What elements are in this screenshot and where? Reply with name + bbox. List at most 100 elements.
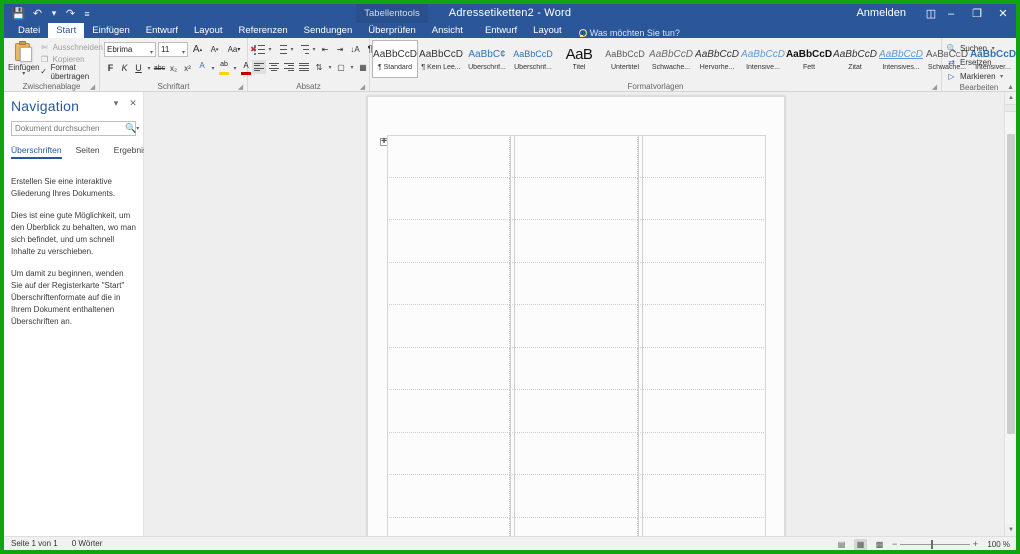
replace-button[interactable]: ⇄ Ersetzen [946, 56, 991, 68]
print-layout-icon[interactable]: ▦ [854, 538, 867, 550]
style-card-11[interactable]: AaBbCcD Intensives... [878, 40, 924, 78]
underline-caret-icon[interactable]: ▾ [146, 65, 152, 72]
tab-sendungen[interactable]: Sendungen [296, 23, 361, 38]
label-table[interactable] [387, 135, 766, 536]
paste-caret-icon[interactable]: ▾ [22, 71, 25, 77]
label-cell[interactable] [387, 135, 510, 178]
document-page[interactable]: ✚ [367, 96, 785, 536]
shading-caret-icon[interactable]: ▾ [349, 64, 355, 71]
zoom-in-button[interactable]: + [973, 540, 978, 549]
tab-ueberpruefen[interactable]: Überprüfen [360, 23, 424, 38]
text-effects-button[interactable]: A [195, 61, 209, 75]
label-cell[interactable] [387, 517, 510, 536]
format-painter-button[interactable]: ✓ Format übertragen [40, 63, 103, 81]
tab-datei[interactable]: Datei [10, 23, 48, 38]
chevron-down-icon[interactable]: ▾ [111, 98, 121, 109]
multilevel-caret-icon[interactable]: ▾ [311, 46, 317, 53]
bullets-caret-icon[interactable]: ▾ [267, 46, 273, 53]
label-cell[interactable] [515, 347, 638, 390]
style-card-0[interactable]: AaBbCcD ¶ Standard [372, 40, 418, 78]
paragraph-dialog-launcher[interactable]: ◢ [359, 82, 366, 91]
label-cell[interactable] [643, 390, 766, 433]
align-left-icon[interactable] [252, 60, 266, 74]
label-cell[interactable] [387, 305, 510, 348]
collapse-ribbon-icon[interactable]: ▲ [1007, 84, 1014, 91]
label-cell[interactable] [515, 390, 638, 433]
find-button[interactable]: 🔍 Suchen ▾ [946, 42, 996, 54]
label-cell[interactable] [643, 220, 766, 263]
table-row[interactable] [387, 517, 766, 536]
search-icon[interactable]: 🔍 [125, 123, 136, 134]
label-cell[interactable] [515, 135, 638, 178]
close-icon[interactable]: ✕ [128, 98, 138, 109]
label-cell[interactable] [643, 177, 766, 220]
borders-icon[interactable]: ▦ [356, 60, 370, 74]
label-cell[interactable] [387, 262, 510, 305]
tab-einfuegen[interactable]: Einfügen [84, 23, 138, 38]
bullets-icon[interactable] [252, 42, 266, 56]
minimize-button[interactable]: – [938, 4, 964, 23]
table-row[interactable] [387, 432, 766, 475]
decrease-indent-icon[interactable]: ⇤ [318, 42, 332, 56]
search-input[interactable] [12, 124, 125, 133]
highlight-caret-icon[interactable]: ▾ [232, 65, 238, 72]
word-count[interactable]: 0 Wörter [72, 539, 103, 548]
tab-layout[interactable]: Layout [186, 23, 231, 38]
label-cell[interactable] [643, 135, 766, 178]
style-card-9[interactable]: AaBbCcD Fett [786, 40, 832, 78]
label-cell[interactable] [643, 262, 766, 305]
select-caret-icon[interactable]: ▾ [999, 73, 1005, 80]
document-canvas[interactable]: ✚ ▲ ▼ [144, 92, 1016, 536]
numbering-caret-icon[interactable]: ▾ [289, 46, 295, 53]
tab-tabellentools-entwurf[interactable]: Entwurf [477, 23, 525, 38]
navigation-search-box[interactable]: 🔍 ▾ [11, 121, 139, 136]
find-caret-icon[interactable]: ▾ [990, 45, 996, 52]
numbering-icon[interactable] [274, 42, 288, 56]
tab-start[interactable]: Start [48, 23, 85, 38]
table-row[interactable] [387, 220, 766, 263]
shrink-font-button[interactable]: A ▾ [207, 42, 222, 57]
style-card-1[interactable]: AaBbCcD ¶ Kein Lee... [418, 40, 464, 78]
tab-referenzen[interactable]: Referenzen [231, 23, 296, 38]
page-indicator[interactable]: Seite 1 von 1 [11, 539, 58, 548]
split-window-handle[interactable] [1005, 104, 1016, 112]
change-case-button[interactable]: Aa ▾ [224, 42, 244, 57]
scrollbar-thumb[interactable] [1007, 134, 1015, 434]
nav-tab-seiten[interactable]: Seiten [76, 145, 100, 159]
table-row[interactable] [387, 347, 766, 390]
zoom-out-button[interactable]: − [892, 540, 897, 549]
label-cell[interactable] [643, 432, 766, 475]
grow-font-button[interactable]: A ▴ [190, 42, 205, 57]
select-button[interactable]: ▷ Markieren ▾ [946, 70, 1005, 82]
cut-button[interactable]: ✄ Ausschneiden [40, 42, 103, 53]
font-dialog-launcher[interactable]: ◢ [237, 82, 244, 91]
line-spacing-caret-icon[interactable]: ▾ [327, 64, 333, 71]
table-row[interactable] [387, 177, 766, 220]
style-card-3[interactable]: AaBbCcD Überschrif... [510, 40, 556, 78]
label-cell[interactable] [515, 305, 638, 348]
tab-tabellentools-layout[interactable]: Layout [525, 23, 570, 38]
label-cell[interactable] [387, 390, 510, 433]
highlight-button[interactable]: ab [217, 61, 231, 75]
label-cell[interactable] [387, 432, 510, 475]
line-spacing-icon[interactable]: ⇅ [312, 60, 326, 74]
paste-button[interactable]: Einfügen ▾ [8, 40, 40, 77]
label-cell[interactable] [515, 432, 638, 475]
close-button[interactable]: ✕ [990, 4, 1016, 23]
zoom-level[interactable]: 100 % [984, 540, 1010, 549]
style-card-7[interactable]: AaBbCcD Hervorhe... [694, 40, 740, 78]
styles-dialog-launcher[interactable]: ◢ [931, 82, 938, 91]
label-cell[interactable] [387, 220, 510, 263]
style-card-8[interactable]: AaBbCcD Intensive... [740, 40, 786, 78]
style-card-6[interactable]: AaBbCcD Schwache... [648, 40, 694, 78]
subscript-button[interactable]: x₂ [167, 61, 180, 75]
scroll-down-icon[interactable]: ▼ [1005, 524, 1016, 536]
label-cell[interactable] [643, 347, 766, 390]
tab-entwurf[interactable]: Entwurf [138, 23, 186, 38]
style-card-2[interactable]: AaBbC¢ Überschrif... [464, 40, 510, 78]
label-cell[interactable] [387, 475, 510, 518]
clipboard-dialog-launcher[interactable]: ◢ [89, 82, 96, 91]
shading-icon[interactable]: ▢ [334, 60, 348, 74]
font-size-combobox[interactable]: 11 ▾ [158, 42, 188, 57]
zoom-track[interactable] [900, 539, 970, 549]
